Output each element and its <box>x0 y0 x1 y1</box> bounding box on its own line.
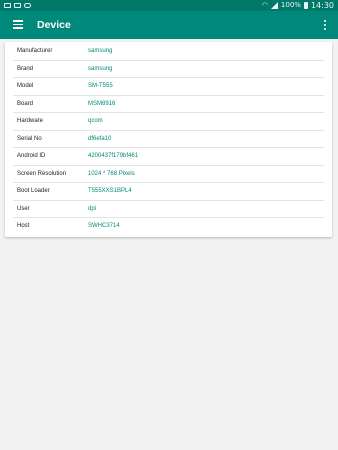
hamburger-menu-icon[interactable] <box>13 20 23 29</box>
info-row: Brand samsung <box>13 61 324 78</box>
signal-icon <box>270 2 278 9</box>
info-label: User <box>17 205 30 212</box>
info-label: Host <box>17 223 30 229</box>
battery-icon <box>303 2 308 9</box>
info-value: SWHC3714 <box>88 223 120 229</box>
notification-icons <box>4 0 31 11</box>
info-value: df6efa10 <box>88 135 112 142</box>
more-vert-icon[interactable] <box>324 20 326 30</box>
info-label: Android ID <box>17 153 46 159</box>
clock: 14:30 <box>310 1 334 10</box>
info-row: Hardware qcom <box>13 113 324 131</box>
info-label: Model <box>17 83 34 89</box>
app-bar: Device <box>0 11 338 39</box>
info-row: Screen Resolution 1024 * 768 Pixels <box>13 166 324 183</box>
info-row: Manufacturer samsung <box>13 43 324 61</box>
info-value: 1024 * 768 Pixels <box>88 170 135 177</box>
info-label: Screen Resolution <box>17 170 67 177</box>
info-row: Serial No df6efa10 <box>13 131 324 148</box>
page-title: Device <box>37 19 71 31</box>
info-label: Board <box>17 100 34 107</box>
info-value: samsung <box>88 65 113 72</box>
info-value: SM-T555 <box>88 83 113 89</box>
info-row: Board MSM8916 <box>13 96 324 113</box>
cloud-icon <box>24 3 31 8</box>
info-label: Boot Loader <box>17 188 50 194</box>
battery-text: 100% <box>280 1 301 9</box>
info-row: Android ID 4200437f179bf461 <box>13 148 324 166</box>
system-status: ◠ 100% 14:30 <box>262 0 334 11</box>
info-value: samsung <box>88 48 113 54</box>
info-row: Model SM-T555 <box>13 78 324 96</box>
info-value: qcom <box>88 118 103 124</box>
info-value: T555XXS1BPL4 <box>88 188 132 194</box>
info-label: Serial No <box>17 135 42 142</box>
notification-icon <box>4 3 11 8</box>
status-bar: ◠ 100% 14:30 <box>0 0 338 11</box>
info-label: Brand <box>17 65 34 72</box>
image-icon <box>14 3 21 8</box>
info-row: User dpi <box>13 201 324 218</box>
info-value: 4200437f179bf461 <box>88 153 139 159</box>
info-value: dpi <box>88 205 97 212</box>
wifi-icon: ◠ <box>261 1 268 9</box>
info-value: MSM8916 <box>88 100 116 107</box>
device-info-card: Manufacturer samsung Brand samsung Model SM-T… <box>5 42 332 237</box>
info-label: Manufacturer <box>17 48 53 54</box>
info-label: Hardware <box>17 118 44 124</box>
info-row: Boot Loader T555XXS1BPL4 <box>13 183 324 201</box>
info-row: Host SWHC3714 <box>13 218 324 236</box>
